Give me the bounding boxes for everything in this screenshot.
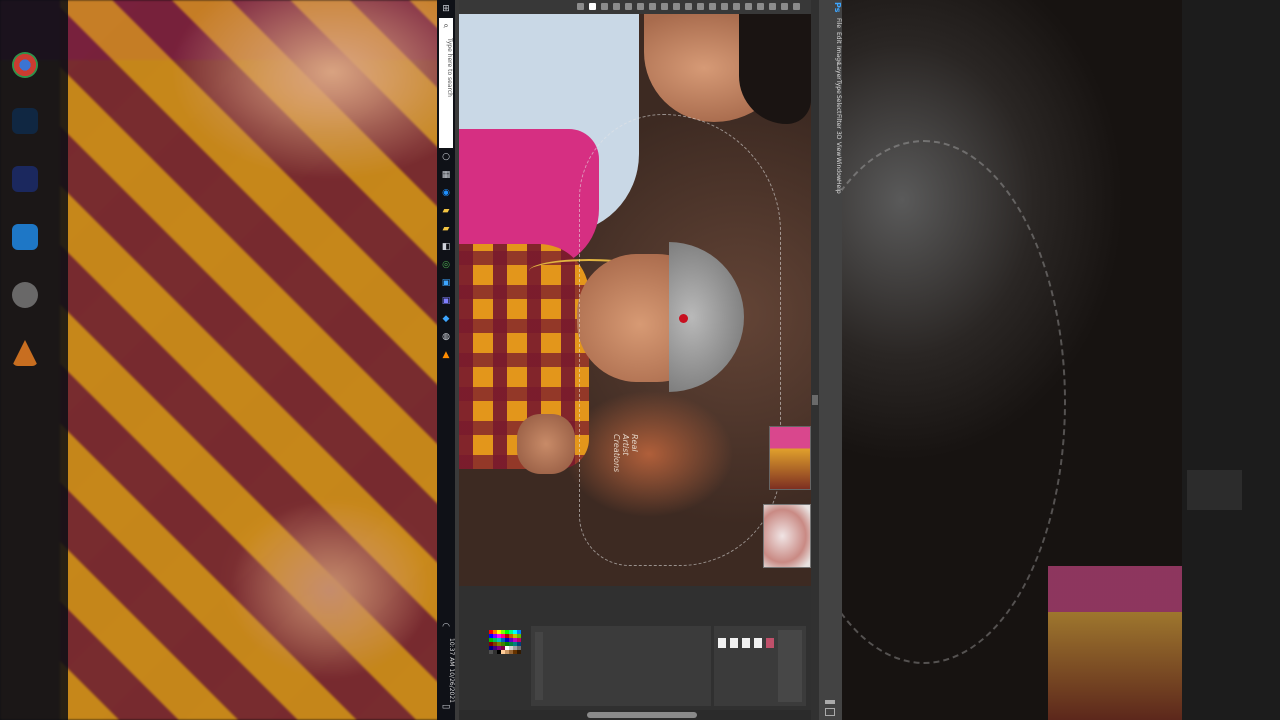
layer-thumbnail[interactable] (754, 638, 762, 648)
search-icon: ⌕ (443, 21, 449, 31)
blurred-neck (170, 0, 440, 180)
menu-3d[interactable]: 3D (819, 131, 842, 139)
app-taskbar-icon[interactable]: ◆ (438, 312, 454, 326)
menu-select[interactable]: Select (819, 95, 842, 114)
chrome-taskbar-icon[interactable]: ◎ (438, 258, 454, 272)
ps-right-strip (811, 0, 819, 720)
blurred-widget (1187, 470, 1242, 510)
layers-options-column (778, 630, 802, 702)
premiere-taskbar-icon[interactable]: ▣ (438, 294, 454, 308)
ps-tools-bar (459, 0, 815, 14)
system-date: 10/26/2021 (448, 667, 455, 703)
reference-thumbnail-face[interactable] (763, 504, 811, 568)
taskbar-search-box[interactable]: ⌕ Type here to search (439, 18, 453, 148)
blur-tool-icon[interactable] (697, 3, 704, 10)
shape-tool-icon[interactable] (757, 3, 764, 10)
properties-panel[interactable] (531, 626, 711, 706)
ps-logo-icon: Ps (833, 2, 842, 13)
vlc-icon (12, 340, 38, 366)
eraser-tool-icon[interactable] (673, 3, 680, 10)
menu-filter[interactable]: Filter (819, 114, 842, 129)
windows-taskbar: ⊞ ⌕ Type here to search ○ ▦ ◉ ▰ ▰ ◧ ◎ ▣ … (437, 0, 455, 720)
hand-tool-icon[interactable] (769, 3, 776, 10)
close-window-icon[interactable] (825, 708, 835, 716)
swatches-panel[interactable] (489, 630, 521, 702)
zoom-tool-icon[interactable] (781, 3, 788, 10)
blurred-hand (230, 500, 430, 680)
ps-panels-area (459, 586, 811, 710)
man-hair (739, 14, 811, 124)
dodge-tool-icon[interactable] (709, 3, 716, 10)
menu-edit[interactable]: Edit (819, 32, 842, 44)
color-swatch[interactable] (517, 650, 521, 654)
app-icon (12, 224, 38, 250)
search-placeholder: Type here to search (446, 38, 453, 97)
notification-icon[interactable]: ▭ (438, 700, 454, 714)
collapse-panels-icon[interactable] (812, 395, 818, 405)
folder-icon[interactable]: ▰ (438, 222, 454, 236)
foreground-color-icon[interactable] (589, 3, 596, 10)
menu-view[interactable]: View (819, 142, 842, 156)
gradient-tool-icon[interactable] (685, 3, 692, 10)
premiere-icon (12, 166, 38, 192)
menu-window[interactable]: Window (819, 157, 842, 181)
layer-thumbnail[interactable] (742, 638, 750, 648)
blurred-background-right (782, 0, 1280, 720)
properties-tools-column (535, 632, 543, 700)
task-view-icon[interactable]: ▦ (438, 168, 454, 182)
chrome-icon (12, 52, 38, 78)
photoshop-icon (12, 108, 38, 134)
layers-panel[interactable] (714, 626, 806, 706)
vlc-taskbar-icon[interactable]: ▲ (438, 348, 454, 362)
menu-help[interactable]: Help (819, 180, 842, 194)
artist-signature: Real Artist Creations (612, 434, 639, 473)
layer-thumbnail[interactable] (730, 638, 738, 648)
document-canvas[interactable]: Real Artist Creations (459, 14, 811, 586)
system-clock[interactable]: 10:37 AM 10/26/2021 (437, 630, 455, 710)
eyedropper-tool-icon[interactable] (637, 3, 644, 10)
menu-image[interactable]: Image (819, 46, 842, 65)
blurred-taskbar (0, 0, 68, 720)
system-time: 10:37 AM (448, 637, 455, 666)
layer-thumbnail-active[interactable] (766, 638, 774, 648)
rotated-screen: ⊞ ⌕ Type here to search ○ ▦ ◉ ▰ ▰ ◧ ◎ ▣ … (437, 0, 842, 720)
camera-taskbar-icon[interactable]: ◍ (438, 330, 454, 344)
windows-start-icon[interactable]: ⊞ (438, 2, 454, 16)
blurred-side-panel (1182, 0, 1280, 720)
blurred-thumbnail (1048, 566, 1182, 720)
pen-tool-icon[interactable] (721, 3, 728, 10)
file-explorer-icon[interactable]: ▰ (438, 204, 454, 218)
selection-marquee (579, 114, 781, 566)
store-icon[interactable]: ◧ (438, 240, 454, 254)
camera-icon (12, 282, 38, 308)
menu-file[interactable]: File (819, 18, 842, 28)
edit-toolbar-icon[interactable] (793, 3, 800, 10)
marquee-tool-icon[interactable] (601, 3, 608, 10)
path-selection-tool-icon[interactable] (745, 3, 752, 10)
cortana-icon[interactable]: ○ (438, 150, 454, 164)
horizontal-scrollbar[interactable] (587, 712, 697, 718)
clone-tool-icon[interactable] (661, 3, 668, 10)
crop-tool-icon[interactable] (625, 3, 632, 10)
menu-type[interactable]: Type (819, 80, 842, 94)
edge-icon[interactable]: ◉ (438, 186, 454, 200)
menu-layer[interactable]: Layer (819, 63, 842, 80)
lasso-tool-icon[interactable] (613, 3, 620, 10)
brush-tool-icon[interactable] (649, 3, 656, 10)
move-tool-icon[interactable] (577, 3, 584, 10)
photoshop-taskbar-icon[interactable]: ▣ (438, 276, 454, 290)
reference-thumbnail-saree[interactable] (769, 426, 811, 490)
woman-hand (517, 414, 575, 474)
type-tool-icon[interactable] (733, 3, 740, 10)
minimize-icon[interactable] (825, 700, 835, 704)
layer-thumbnail[interactable] (718, 638, 726, 648)
ps-menu-bar: Ps File Edit Image Layer Type Select Fil… (819, 0, 842, 720)
